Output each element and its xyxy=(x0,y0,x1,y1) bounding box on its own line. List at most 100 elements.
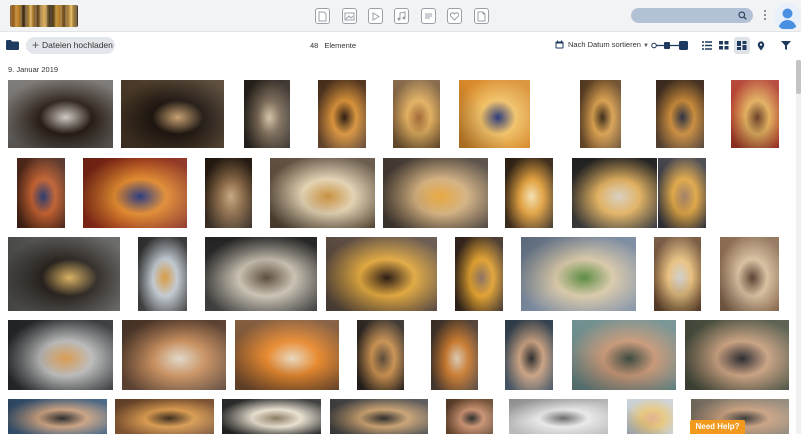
photo-shading xyxy=(318,80,366,148)
photo-thumbnail[interactable] xyxy=(8,237,120,311)
photo-shading xyxy=(521,237,636,311)
photo-shading xyxy=(115,399,214,434)
top-bar xyxy=(0,0,801,32)
thumbnail-size-slider[interactable] xyxy=(651,40,689,51)
filter-icon[interactable] xyxy=(781,41,791,50)
photo-thumbnail[interactable] xyxy=(270,158,375,228)
brand-logo[interactable] xyxy=(10,5,78,27)
grid-icon xyxy=(719,41,729,50)
photo-shading xyxy=(83,158,187,228)
photo-thumbnail[interactable] xyxy=(244,80,290,148)
photo-shading xyxy=(446,399,493,434)
upload-files-label: Dateien hochladen xyxy=(42,40,113,50)
upload-files-button[interactable]: + Dateien hochladen xyxy=(26,37,115,54)
avatar[interactable] xyxy=(774,3,801,30)
need-help-button[interactable]: Need Help? xyxy=(690,420,745,434)
photo-thumbnail[interactable] xyxy=(222,399,321,434)
photo-thumbnail[interactable] xyxy=(658,158,706,228)
item-count-label: Elemente xyxy=(324,41,357,50)
photo-shading xyxy=(244,80,290,148)
photo-thumbnail[interactable] xyxy=(627,399,673,434)
photo-shading xyxy=(383,158,488,228)
image-icon[interactable] xyxy=(342,8,357,24)
photo-thumbnail[interactable] xyxy=(8,399,107,434)
photo-shading xyxy=(8,399,107,434)
photo-shading xyxy=(627,399,673,434)
photo-thumbnail[interactable] xyxy=(8,80,113,148)
photo-thumbnail[interactable] xyxy=(115,399,214,434)
photo-shading xyxy=(138,237,187,311)
photo-thumbnail[interactable] xyxy=(572,320,676,390)
map-view-button[interactable] xyxy=(753,37,769,54)
photo-thumbnail[interactable] xyxy=(505,320,553,390)
scrollbar-thumb[interactable] xyxy=(796,60,801,94)
photo-thumbnail[interactable] xyxy=(357,320,404,390)
photo-shading xyxy=(731,80,779,148)
date-heading: 9. Januar 2019 xyxy=(8,65,59,74)
search-input[interactable] xyxy=(631,8,753,23)
photo-shading xyxy=(235,320,339,390)
photo-shading xyxy=(330,399,428,434)
photo-thumbnail[interactable] xyxy=(459,80,530,148)
photo-thumbnail[interactable] xyxy=(205,237,317,311)
photo-thumbnail[interactable] xyxy=(235,320,339,390)
photo-thumbnail[interactable] xyxy=(505,158,553,228)
photo-thumbnail[interactable] xyxy=(509,399,608,434)
photo-shading xyxy=(270,158,375,228)
photo-shading xyxy=(509,399,608,434)
masonry-view-button[interactable] xyxy=(734,37,750,54)
photo-thumbnail[interactable] xyxy=(521,237,636,311)
audio-icon[interactable] xyxy=(394,8,409,24)
scrollbar[interactable] xyxy=(796,60,801,434)
photo-thumbnail[interactable] xyxy=(446,399,493,434)
document-icon[interactable] xyxy=(315,8,330,24)
photo-thumbnail[interactable] xyxy=(431,320,478,390)
photo-shading xyxy=(455,237,503,311)
photo-shading xyxy=(505,320,553,390)
photo-thumbnail[interactable] xyxy=(720,237,779,311)
photo-shading xyxy=(658,158,706,228)
photo-thumbnail[interactable] xyxy=(685,320,789,390)
photo-thumbnail[interactable] xyxy=(580,80,621,148)
photo-thumbnail[interactable] xyxy=(383,158,488,228)
photo-thumbnail[interactable] xyxy=(654,237,701,311)
photo-thumbnail[interactable] xyxy=(205,158,252,228)
photo-shading xyxy=(222,399,321,434)
photo-thumbnail[interactable] xyxy=(656,80,704,148)
photo-thumbnail[interactable] xyxy=(318,80,366,148)
heart-icon[interactable] xyxy=(447,8,462,24)
photo-thumbnail[interactable] xyxy=(393,80,440,148)
map-pin-icon xyxy=(757,41,765,51)
photo-thumbnail[interactable] xyxy=(455,237,503,311)
photo-thumbnail[interactable] xyxy=(17,158,65,228)
photo-shading xyxy=(431,320,478,390)
photo-thumbnail[interactable] xyxy=(330,399,428,434)
photo-shading xyxy=(205,237,317,311)
photo-thumbnail[interactable] xyxy=(122,320,226,390)
photo-shading xyxy=(393,80,440,148)
photo-thumbnail[interactable] xyxy=(138,237,187,311)
search-icon[interactable] xyxy=(738,11,747,20)
folder-icon[interactable] xyxy=(6,40,19,50)
photo-thumbnail[interactable] xyxy=(731,80,779,148)
photo-shading xyxy=(17,158,65,228)
list-view-button[interactable] xyxy=(699,37,715,54)
list-icon xyxy=(702,41,712,50)
photo-shading xyxy=(326,237,437,311)
photo-thumbnail[interactable] xyxy=(326,237,437,311)
sort-label: Nach Datum sortieren xyxy=(568,40,641,49)
photo-thumbnail[interactable] xyxy=(572,158,657,228)
sort-dropdown[interactable]: Nach Datum sortieren ▼ xyxy=(555,40,649,49)
photo-shading xyxy=(121,80,224,148)
photo-thumbnail[interactable] xyxy=(83,158,187,228)
chevron-down-icon: ▼ xyxy=(642,43,649,49)
grid-view-button[interactable] xyxy=(716,37,732,54)
file-icon[interactable] xyxy=(474,8,489,24)
toolbar: + Dateien hochladen 48 Elemente Nach Datu… xyxy=(0,32,801,60)
video-icon[interactable] xyxy=(368,8,383,24)
photo-thumbnail[interactable] xyxy=(8,320,113,390)
photo-thumbnail[interactable] xyxy=(121,80,224,148)
more-menu-icon[interactable] xyxy=(762,8,768,24)
document-text-icon[interactable] xyxy=(421,8,436,24)
plus-icon: + xyxy=(32,38,40,52)
